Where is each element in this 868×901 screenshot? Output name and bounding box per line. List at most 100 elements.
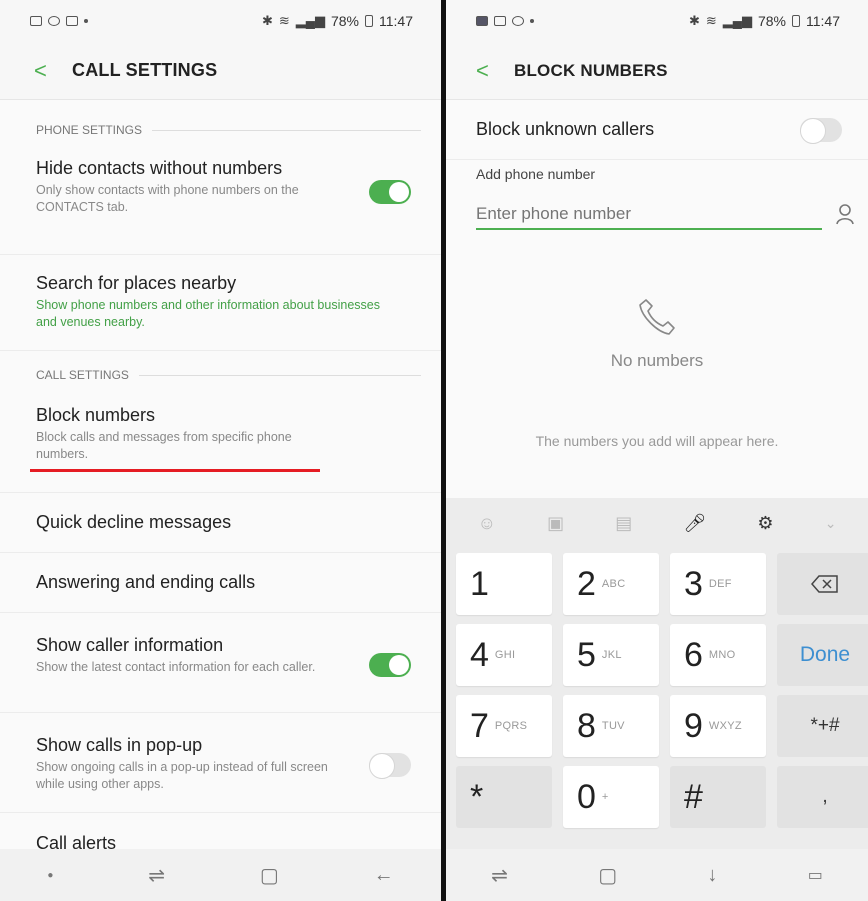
settings-status-icon <box>512 16 524 26</box>
recent-apps-icon[interactable]: ⇌ <box>148 863 165 888</box>
gallery-icon <box>494 16 506 26</box>
action-bar: < BLOCK NUMBERS <box>446 42 868 100</box>
comma-key[interactable]: , <box>777 766 868 828</box>
setting-description: Show the latest contact information for … <box>36 660 316 674</box>
navigation-bar: ⇌ ▢ ↓ ▭ <box>446 849 868 901</box>
key-4[interactable]: 4 GHI <box>456 624 552 686</box>
emoji-icon[interactable]: ☺ <box>478 513 496 534</box>
empty-hint-text: The numbers you add will appear here. <box>535 433 779 449</box>
setting-title: Show calls in pop-up <box>36 735 203 755</box>
symbols-key[interactable]: *+# <box>777 695 868 757</box>
sticker-icon[interactable]: ▣ <box>547 513 564 534</box>
setting-title: Search for places nearby <box>36 273 237 293</box>
section-header-call-settings: CALL SETTINGS <box>0 357 441 393</box>
battery-icon <box>792 15 800 27</box>
wifi-icon: ≋ <box>705 13 717 28</box>
page-title: BLOCK NUMBERS <box>514 60 668 80</box>
nav-dot-icon: ● <box>47 869 54 881</box>
app-notification-icon <box>476 16 488 26</box>
microphone-icon[interactable]: 🎤︎ <box>683 513 706 534</box>
key-7[interactable]: 7 PQRS <box>456 695 552 757</box>
key-8[interactable]: 8 TUV <box>563 695 659 757</box>
setting-title: Show caller information <box>36 635 224 655</box>
bluetooth-icon: ✱ <box>261 13 273 28</box>
hide-keyboard-icon[interactable]: ↓ <box>707 864 717 887</box>
keyboard-switch-icon[interactable]: ▭ <box>808 865 823 885</box>
setting-caller-info[interactable]: Show caller information Show the latest … <box>0 613 441 713</box>
battery-icon <box>365 15 373 27</box>
block-unknown-toggle[interactable] <box>800 118 842 144</box>
wifi-icon: ≋ <box>278 13 290 28</box>
block-unknown-callers-row[interactable]: Block unknown callers <box>446 100 868 160</box>
setting-description: Show phone numbers and other information… <box>36 298 380 329</box>
action-bar: < CALL SETTINGS <box>0 42 441 100</box>
setting-title: Block numbers <box>36 405 156 425</box>
keyboard-toolbar: ☺ ▣ ▤ 🎤︎ ⚙ ⌄ <box>446 498 868 548</box>
key-star[interactable]: * <box>456 766 552 828</box>
setting-quick-decline[interactable]: Quick decline messages <box>0 493 441 553</box>
clock: 11:47 <box>379 13 413 29</box>
backspace-key[interactable] <box>777 553 868 615</box>
phone-icon <box>639 299 675 335</box>
caller-info-toggle[interactable] <box>369 653 411 677</box>
key-2[interactable]: 2 ABC <box>563 553 659 615</box>
home-icon[interactable]: ▢ <box>260 863 279 888</box>
key-0[interactable]: 0 + <box>563 766 659 828</box>
setting-description: Block calls and messages from specific p… <box>36 430 292 461</box>
more-notifications-icon <box>530 19 534 23</box>
add-phone-number-label: Add phone number <box>476 166 596 182</box>
setting-search-places[interactable]: Search for places nearby Show phone numb… <box>0 255 441 351</box>
block-unknown-callers-label: Block unknown callers <box>476 119 655 139</box>
red-underline-annotation <box>30 469 320 472</box>
battery-percent: 78% <box>757 13 786 29</box>
section-header-phone-settings: PHONE SETTINGS <box>0 112 441 148</box>
calls-popup-toggle[interactable] <box>369 753 411 779</box>
setting-description: Show ongoing calls in a pop-up instead o… <box>36 760 328 791</box>
navigation-bar: ● ⇌ ▢ ← <box>0 849 441 901</box>
phone-number-input[interactable] <box>476 198 822 230</box>
block-numbers-screen: ✱ ≋ ▂▄▆ 78% 11:47 < BLOCK NUMBERS Block … <box>446 0 868 901</box>
home-icon[interactable]: ▢ <box>598 863 617 888</box>
back-arrow-icon[interactable]: < <box>34 58 72 84</box>
back-arrow-icon[interactable]: < <box>476 58 514 84</box>
signal-icon: ▂▄▆ <box>722 13 752 28</box>
gallery-icon <box>30 16 42 26</box>
backspace-icon <box>811 575 838 593</box>
setting-description: Only show contacts with phone numbers on… <box>36 183 299 214</box>
setting-answering-ending[interactable]: Answering and ending calls <box>0 553 441 613</box>
setting-title: Hide contacts without numbers <box>36 158 283 178</box>
key-9[interactable]: 9 WXYZ <box>670 695 766 757</box>
collapse-chevron-icon[interactable]: ⌄ <box>825 515 837 532</box>
no-numbers-text: No numbers <box>610 351 704 370</box>
message-icon <box>66 16 78 26</box>
settings-status-icon <box>48 16 60 26</box>
setting-title: Quick decline messages <box>36 512 232 532</box>
clipboard-icon[interactable]: ▤ <box>615 513 632 534</box>
contact-picker-icon[interactable] <box>834 202 856 226</box>
status-bar: ✱ ≋ ▂▄▆ 78% 11:47 <box>0 0 441 42</box>
clock: 11:47 <box>806 13 840 29</box>
status-bar: ✱ ≋ ▂▄▆ 78% 11:47 <box>446 0 868 42</box>
page-title: CALL SETTINGS <box>72 60 218 80</box>
key-1[interactable]: 1 <box>456 553 552 615</box>
signal-icon: ▂▄▆ <box>295 13 325 28</box>
back-icon[interactable]: ← <box>374 864 394 887</box>
key-3[interactable]: 3 DEF <box>670 553 766 615</box>
keyboard-settings-icon[interactable]: ⚙ <box>757 513 773 534</box>
battery-percent: 78% <box>330 13 359 29</box>
setting-block-numbers[interactable]: Block numbers Block calls and messages f… <box>0 393 441 493</box>
recent-apps-icon[interactable]: ⇌ <box>491 863 508 888</box>
hide-contacts-toggle[interactable] <box>369 180 411 204</box>
key-hash[interactable]: # <box>670 766 766 828</box>
setting-hide-contacts[interactable]: Hide contacts without numbers Only show … <box>0 148 441 255</box>
call-settings-screen: ✱ ≋ ▂▄▆ 78% 11:47 < CALL SETTINGS PHONE … <box>0 0 441 901</box>
setting-calls-popup[interactable]: Show calls in pop-up Show ongoing calls … <box>0 713 441 813</box>
setting-title: Answering and ending calls <box>36 572 256 592</box>
empty-state: No numbers The numbers you add will appe… <box>446 250 868 449</box>
key-6[interactable]: 6 MNO <box>670 624 766 686</box>
more-notifications-icon <box>84 19 88 23</box>
done-key[interactable]: Done <box>777 624 868 686</box>
key-5[interactable]: 5 JKL <box>563 624 659 686</box>
dialpad-keyboard: ☺ ▣ ▤ 🎤︎ ⚙ ⌄ 1 2 ABC 3 DEF 4 GHI 5 JKL 6 MNO … <box>446 498 868 850</box>
bluetooth-icon: ✱ <box>688 13 700 28</box>
